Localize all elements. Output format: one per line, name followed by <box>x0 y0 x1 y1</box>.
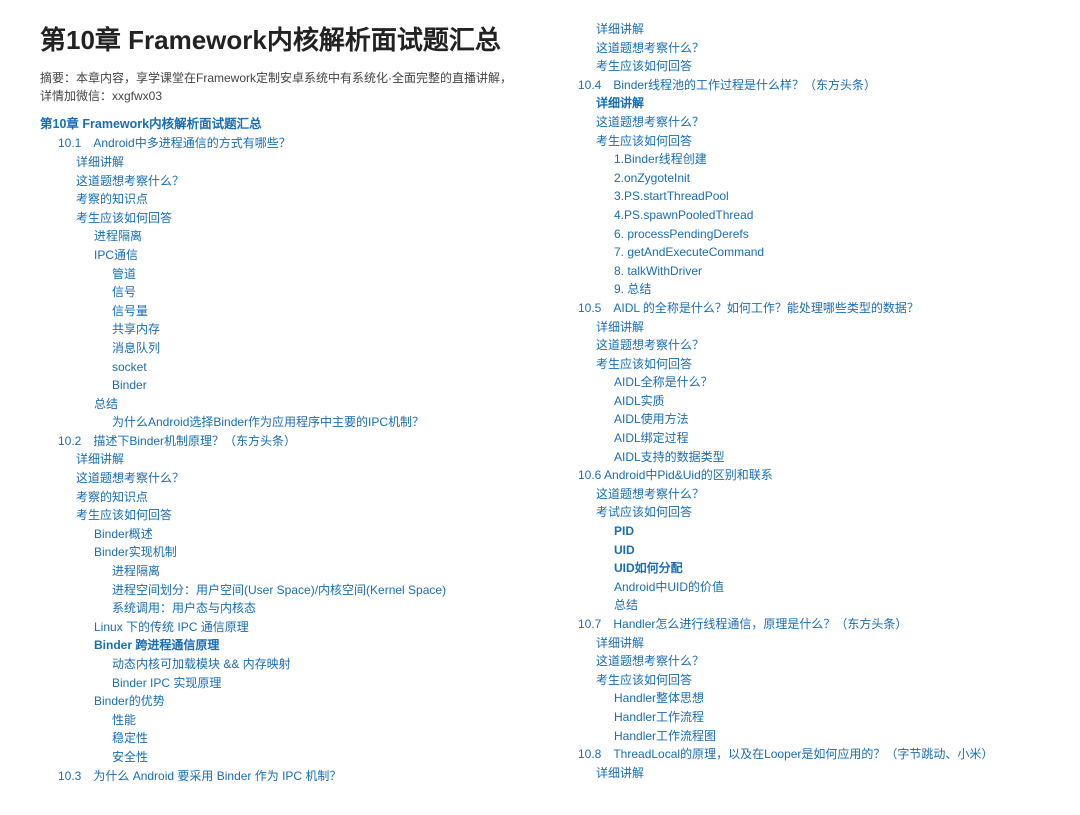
toc-link[interactable]: IPC通信 <box>94 246 520 265</box>
toc-link[interactable]: 10.6 Android中Pid&Uid的区别和联系 <box>578 466 1040 485</box>
toc-link[interactable]: 6. processPendingDerefs <box>614 225 1040 244</box>
toc-link[interactable]: Android中UID的价值 <box>614 578 1040 597</box>
toc-link[interactable]: Binder <box>112 376 520 395</box>
toc-link[interactable]: 这道题想考察什么？ <box>596 485 1040 504</box>
toc-link[interactable]: 这道题想考察什么？ <box>596 336 1040 355</box>
toc-link[interactable]: socket <box>112 358 520 377</box>
toc-link[interactable]: 总结 <box>614 596 1040 615</box>
toc-link[interactable]: 这道题想考察什么？ <box>76 172 520 191</box>
toc-link[interactable]: AIDL实质 <box>614 392 1040 411</box>
toc-link[interactable]: 详细讲解 <box>596 634 1040 653</box>
toc-link[interactable]: UID如何分配 <box>614 559 1040 578</box>
toc-link[interactable]: 信号量 <box>112 302 520 321</box>
toc-link[interactable]: Handler整体思想 <box>614 689 1040 708</box>
toc-link[interactable]: 共享内存 <box>112 320 520 339</box>
toc-link[interactable]: 10.2 描述下Binder机制原理？（东方头条） <box>58 432 520 451</box>
toc-link[interactable]: 进程空间划分：用户空间(User Space)/内核空间(Kernel Spac… <box>112 581 520 600</box>
toc-link[interactable]: 详细讲解 <box>76 153 520 172</box>
toc-link[interactable]: 安全性 <box>112 748 520 767</box>
toc-link[interactable]: 考生应该如何回答 <box>596 57 1040 76</box>
toc-link[interactable]: 7. getAndExecuteCommand <box>614 243 1040 262</box>
page-title: 第10章 Framework内核解析面试题汇总 <box>40 20 520 57</box>
toc-link[interactable]: 详细讲解 <box>596 20 1040 39</box>
toc-link[interactable]: Binder IPC 实现原理 <box>112 674 520 693</box>
toc-link[interactable]: 详细讲解 <box>596 318 1040 337</box>
toc-link[interactable]: Binder实现机制 <box>94 543 520 562</box>
toc-link[interactable]: 考察的知识点 <box>76 488 520 507</box>
toc-link[interactable]: 4.PS.spawnPooledThread <box>614 206 1040 225</box>
toc-link[interactable]: 10.1 Android中多进程通信的方式有哪些？ <box>58 134 520 153</box>
toc-link[interactable]: 3.PS.startThreadPool <box>614 187 1040 206</box>
toc-link[interactable]: 这道题想考察什么？ <box>596 39 1040 58</box>
toc-link[interactable]: AIDL使用方法 <box>614 410 1040 429</box>
toc-link[interactable]: 10.3 为什么 Android 要采用 Binder 作为 IPC 机制？ <box>58 767 520 786</box>
toc-link[interactable]: 考察的知识点 <box>76 190 520 209</box>
toc-link[interactable]: 信号 <box>112 283 520 302</box>
toc-link[interactable]: 10.8 ThreadLocal的原理，以及在Looper是如何应用的？（字节跳… <box>578 745 1040 764</box>
toc-link[interactable]: 这道题想考察什么？ <box>76 469 520 488</box>
toc-link[interactable]: 总结 <box>94 395 520 414</box>
toc-link[interactable]: AIDL全称是什么？ <box>614 373 1040 392</box>
toc-link[interactable]: 1.Binder线程创建 <box>614 150 1040 169</box>
toc-link[interactable]: 进程隔离 <box>112 562 520 581</box>
toc-link[interactable]: 这道题想考察什么？ <box>596 652 1040 671</box>
toc-link[interactable]: 考生应该如何回答 <box>596 355 1040 374</box>
toc-link[interactable]: 进程隔离 <box>94 227 520 246</box>
toc-link[interactable]: 管道 <box>112 265 520 284</box>
toc-link[interactable]: AIDL支持的数据类型 <box>614 448 1040 467</box>
toc-link[interactable]: AIDL绑定过程 <box>614 429 1040 448</box>
toc-link[interactable]: Binder概述 <box>94 525 520 544</box>
toc-link[interactable]: 考生应该如何回答 <box>76 506 520 525</box>
toc-link[interactable]: 考生应该如何回答 <box>596 132 1040 151</box>
toc-link[interactable]: 第10章 Framework内核解析面试题汇总 <box>40 115 520 134</box>
toc-link[interactable]: 为什么Android选择Binder作为应用程序中主要的IPC机制？ <box>112 413 520 432</box>
toc-link[interactable]: 10.4 Binder线程池的工作过程是什么样？（东方头条） <box>578 76 1040 95</box>
toc-link[interactable]: 8. talkWithDriver <box>614 262 1040 281</box>
toc-link[interactable]: 这道题想考察什么？ <box>596 113 1040 132</box>
toc-link[interactable]: 考生应该如何回答 <box>76 209 520 228</box>
toc-link[interactable]: Binder的优势 <box>94 692 520 711</box>
toc-link[interactable]: Handler工作流程 <box>614 708 1040 727</box>
toc-link[interactable]: UID <box>614 541 1040 560</box>
toc-link[interactable]: Handler工作流程图 <box>614 727 1040 746</box>
toc-link[interactable]: 考生应该如何回答 <box>596 671 1040 690</box>
toc-link[interactable]: 详细讲解 <box>596 94 1040 113</box>
toc-link[interactable]: PID <box>614 522 1040 541</box>
toc-link[interactable]: 10.7 Handler怎么进行线程通信，原理是什么？（东方头条） <box>578 615 1040 634</box>
toc-link[interactable]: 消息队列 <box>112 339 520 358</box>
toc-link[interactable]: 系统调用：用户态与内核态 <box>112 599 520 618</box>
toc-link[interactable]: 动态内核可加载模块 && 内存映射 <box>112 655 520 674</box>
table-of-contents: 第10章 Framework内核解析面试题汇总10.1 Android中多进程通… <box>40 20 1080 795</box>
toc-link[interactable]: 详细讲解 <box>596 764 1040 783</box>
toc-link[interactable]: 10.5 AIDL 的全称是什么？如何工作？能处理哪些类型的数据？ <box>578 299 1040 318</box>
toc-link[interactable]: 2.onZygoteInit <box>614 169 1040 188</box>
toc-link[interactable]: 详细讲解 <box>76 450 520 469</box>
toc-link[interactable]: 9. 总结 <box>614 280 1040 299</box>
toc-link[interactable]: Linux 下的传统 IPC 通信原理 <box>94 618 520 637</box>
toc-link[interactable]: Binder 跨进程通信原理 <box>94 636 520 655</box>
toc-link[interactable]: 考试应该如何回答 <box>596 503 1040 522</box>
toc-link[interactable]: 性能 <box>112 711 520 730</box>
toc-link[interactable]: 稳定性 <box>112 729 520 748</box>
summary-text: 摘要：本章内容，享学课堂在Framework定制安卓系统中有系统化·全面完整的直… <box>40 69 520 105</box>
